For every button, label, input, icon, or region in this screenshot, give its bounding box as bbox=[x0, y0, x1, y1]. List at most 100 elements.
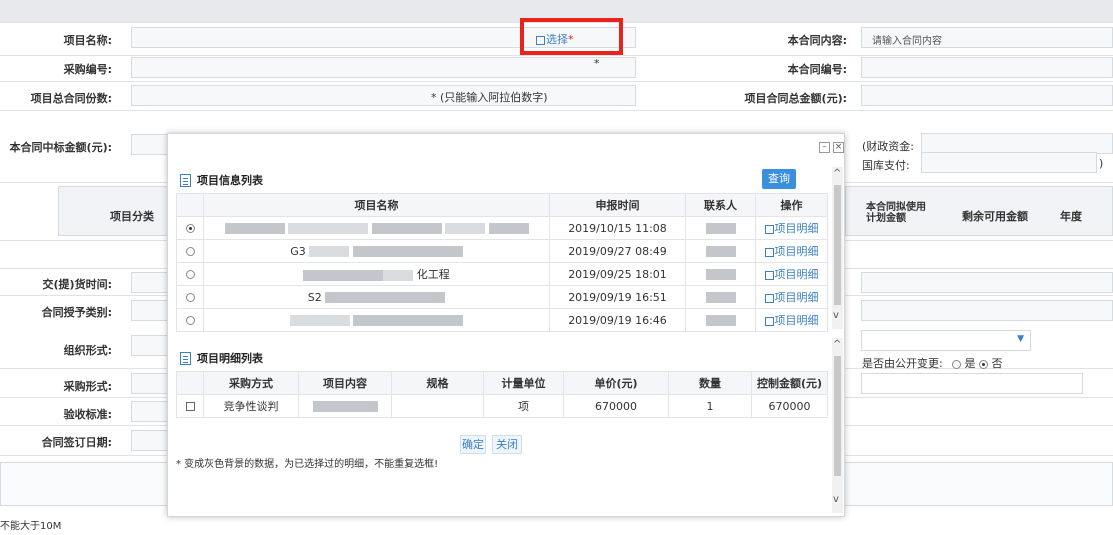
project-name-cell: 化工程 bbox=[203, 262, 550, 286]
purchase-form-right-input[interactable] bbox=[861, 373, 1083, 394]
delivery-time-right-input[interactable] bbox=[861, 272, 1113, 293]
project-detail-link[interactable]: 项目明细 bbox=[755, 216, 828, 240]
project-detail-link[interactable]: 项目明细 bbox=[755, 262, 828, 286]
modal-scrollbar[interactable] bbox=[832, 338, 843, 513]
content-cell bbox=[298, 394, 392, 418]
table-row[interactable]: G3 2019/09/27 08:49 项目明细 bbox=[176, 239, 828, 263]
col-spec: 规格 bbox=[391, 371, 484, 395]
col-method: 采购方式 bbox=[203, 371, 299, 395]
row-checkbox[interactable] bbox=[185, 402, 195, 411]
scroll-up-icon[interactable]: ^ bbox=[833, 339, 841, 350]
row-radio[interactable] bbox=[185, 224, 195, 233]
contract-content-input[interactable]: 请输入合同内容 bbox=[861, 27, 1113, 48]
project-detail-link[interactable]: 项目明细 bbox=[755, 285, 828, 309]
redacted-text bbox=[353, 315, 464, 326]
report-time-cell: 2019/09/19 16:46 bbox=[549, 308, 686, 332]
project-name-fragment: S2 bbox=[307, 290, 322, 304]
treasury-input[interactable] bbox=[921, 152, 1097, 173]
sign-date-input[interactable] bbox=[131, 430, 171, 451]
acceptance-input[interactable] bbox=[131, 401, 171, 422]
spec-cell bbox=[391, 394, 484, 418]
external-link-icon bbox=[764, 270, 774, 280]
purchase-form-input[interactable] bbox=[131, 373, 171, 394]
total-amount-input[interactable] bbox=[861, 85, 1113, 106]
contract-no-input[interactable] bbox=[861, 57, 1113, 78]
remaining-amount-label: 剩余可用金额 bbox=[962, 210, 1028, 223]
col-check bbox=[176, 371, 204, 395]
delivery-time-label: 交(提)货时间: bbox=[42, 278, 112, 291]
bid-amount-label: 本合同中标金额(元): bbox=[9, 141, 112, 154]
grant-type-input[interactable] bbox=[131, 300, 171, 321]
detail-list-title-text: 项目明细列表 bbox=[197, 352, 263, 365]
info-list-title: 项目信息列表 bbox=[180, 172, 263, 188]
treasury-label: 国库支付: bbox=[862, 159, 910, 172]
query-button[interactable]: 查询 bbox=[762, 169, 796, 189]
public-change-yes-radio[interactable] bbox=[952, 359, 961, 369]
scroll-down-icon[interactable]: v bbox=[833, 494, 839, 505]
scrollbar-thumb[interactable] bbox=[834, 356, 841, 476]
redacted-text bbox=[383, 269, 414, 281]
redacted-text bbox=[445, 223, 485, 234]
close-icon[interactable]: × bbox=[833, 142, 844, 153]
contact-cell bbox=[685, 308, 756, 332]
fiscal-funds-input[interactable] bbox=[921, 133, 1113, 154]
external-link-icon bbox=[764, 316, 774, 326]
grant-type-label: 合同授予类别: bbox=[41, 306, 112, 319]
table-row[interactable]: 2019/10/15 11:08 项目明细 bbox=[176, 216, 828, 240]
external-link-icon bbox=[764, 247, 774, 257]
redacted-text bbox=[705, 315, 736, 326]
contact-cell bbox=[685, 216, 756, 240]
org-form-input[interactable] bbox=[131, 335, 171, 356]
row-divider bbox=[0, 110, 1113, 111]
project-name-fragment: 化工程 bbox=[416, 268, 450, 281]
table-row[interactable]: 化工程 2019/09/25 18:01 项目明细 bbox=[176, 262, 828, 286]
minimize-icon[interactable]: – bbox=[819, 142, 830, 153]
project-name-cell bbox=[203, 308, 550, 332]
price-cell: 670000 bbox=[563, 394, 669, 418]
table-row[interactable]: 竞争性谈判 项 670000 1 670000 bbox=[176, 394, 828, 418]
project-detail-link-label: 项目明细 bbox=[774, 245, 819, 258]
acceptance-label: 验收标准: bbox=[63, 408, 112, 421]
row-radio[interactable] bbox=[185, 293, 195, 302]
size-limit-text: 不能大于10M bbox=[0, 521, 62, 532]
total-amount-label: 项目合同总金额(元): bbox=[744, 92, 847, 105]
row-divider bbox=[0, 55, 1113, 56]
scroll-up-icon[interactable]: ^ bbox=[833, 168, 841, 179]
col-amount: 控制金额(元) bbox=[751, 371, 828, 395]
scrollbar-thumb[interactable] bbox=[834, 185, 841, 305]
project-name-fragment: G3 bbox=[290, 244, 306, 258]
project-detail-table: 采购方式 项目内容 规格 计量单位 单价(元) 数量 控制金额(元) 竞争性谈判… bbox=[176, 371, 828, 418]
public-change-no-radio[interactable] bbox=[979, 359, 988, 369]
grant-type-right-input[interactable] bbox=[861, 300, 1113, 321]
table-row[interactable]: 2019/09/19 16:46 项目明细 bbox=[176, 308, 828, 332]
redacted-text bbox=[705, 246, 736, 257]
no-label: 否 bbox=[991, 357, 1003, 370]
redacted-text bbox=[705, 223, 736, 234]
table-row[interactable]: S2 2019/09/19 16:51 项目明细 bbox=[176, 285, 828, 309]
close-button[interactable]: 关闭 bbox=[492, 435, 522, 454]
report-time-cell: 2019/09/25 18:01 bbox=[549, 262, 686, 286]
row-radio[interactable] bbox=[185, 316, 195, 325]
scroll-down-icon[interactable]: v bbox=[833, 310, 839, 321]
document-icon bbox=[180, 173, 191, 187]
bid-amount-input[interactable] bbox=[131, 134, 171, 155]
contact-cell bbox=[685, 239, 756, 263]
row-radio[interactable] bbox=[185, 270, 195, 279]
delivery-time-input[interactable] bbox=[131, 272, 171, 293]
project-detail-link[interactable]: 项目明细 bbox=[755, 308, 828, 332]
info-list-scrollbar[interactable] bbox=[832, 167, 843, 329]
org-form-select[interactable]: ▼ bbox=[861, 330, 1031, 351]
row-radio[interactable] bbox=[185, 247, 195, 256]
col-price: 单价(元) bbox=[563, 371, 669, 395]
qty-cell: 1 bbox=[668, 394, 752, 418]
table-header-row: 采购方式 项目内容 规格 计量单位 单价(元) 数量 控制金额(元) bbox=[176, 371, 828, 395]
project-detail-link[interactable]: 项目明细 bbox=[755, 239, 828, 263]
confirm-button[interactable]: 确定 bbox=[460, 435, 486, 454]
method-cell: 竞争性谈判 bbox=[203, 394, 299, 418]
total-contracts-input[interactable] bbox=[131, 85, 636, 106]
contact-cell bbox=[685, 262, 756, 286]
redacted-text bbox=[303, 269, 384, 281]
col-project-name: 项目名称 bbox=[203, 193, 550, 217]
purchase-no-input[interactable] bbox=[131, 57, 636, 78]
redacted-text bbox=[705, 292, 736, 303]
